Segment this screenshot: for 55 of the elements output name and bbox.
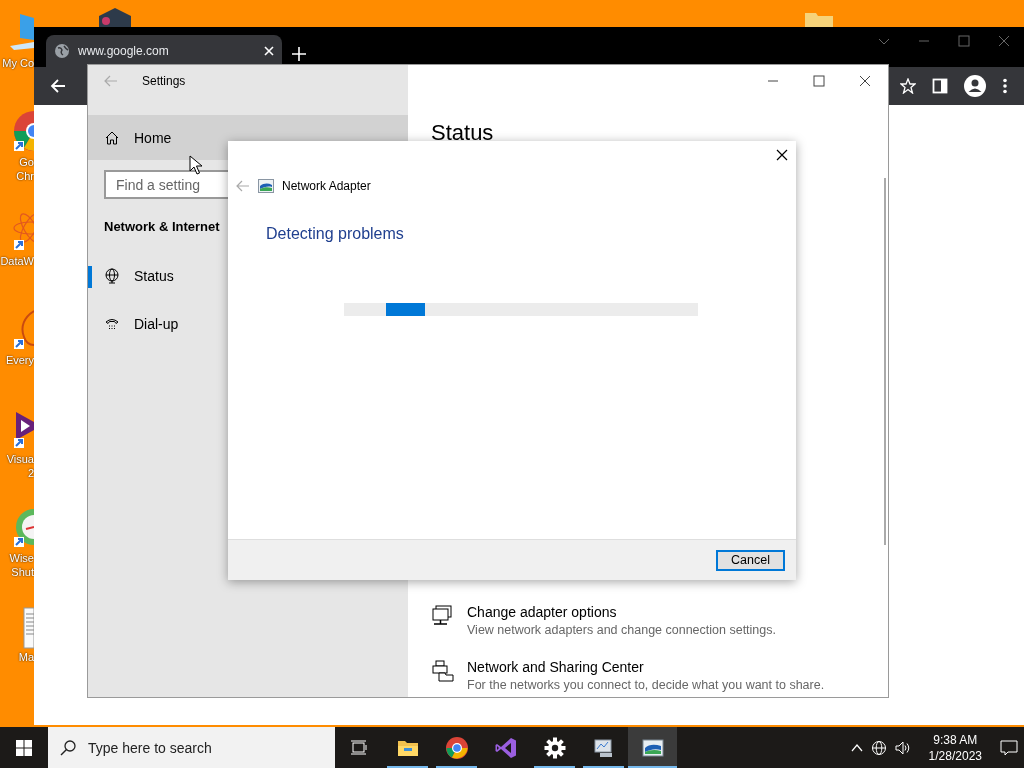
clock-date: 1/28/2023 xyxy=(928,747,982,764)
visual-studio-icon xyxy=(493,735,518,760)
phone-icon xyxy=(104,316,120,332)
nav-item[interactable]: Dial-up xyxy=(88,304,228,344)
desktop-icon-label: My Co xyxy=(2,56,34,70)
star-icon[interactable] xyxy=(900,78,916,94)
search-placeholder: Type here to search xyxy=(88,739,212,756)
taskbar-app-button[interactable] xyxy=(628,727,677,768)
computer-icon xyxy=(431,604,455,628)
window-title: Settings xyxy=(142,74,186,88)
link-description: For the networks you connect to, decide what you want to share. xyxy=(467,678,825,692)
desktop-icon-label: Go xyxy=(19,155,34,169)
new-tab-icon[interactable] xyxy=(292,47,306,61)
search-icon xyxy=(60,739,76,756)
globe-icon[interactable] xyxy=(870,739,887,756)
section-heading: Network & Internet xyxy=(104,219,221,234)
chevron-up-icon[interactable] xyxy=(850,742,863,753)
profile-icon[interactable] xyxy=(964,75,986,97)
status-heading: Detecting problems xyxy=(266,225,405,243)
globe-icon xyxy=(54,43,70,59)
desktop-icon-label: Every xyxy=(5,353,34,367)
cancel-button[interactable]: Cancel xyxy=(716,549,785,571)
globe-icon xyxy=(104,268,120,284)
desktop-icon-label: Visua xyxy=(6,452,34,466)
speaker-icon[interactable] xyxy=(894,739,911,756)
desktop-icon-label: Ma xyxy=(18,650,34,664)
task-view-icon xyxy=(350,739,368,756)
clock[interactable]: 9:38 AM 1/28/2023 xyxy=(918,731,992,764)
desktop-icon-label: Wise xyxy=(9,551,34,565)
browser-tab[interactable]: www.google.com xyxy=(46,35,282,67)
desktop-icon-label: DataW xyxy=(0,254,34,268)
desktop-icon-label: Shut xyxy=(11,565,34,579)
network-adapter-icon xyxy=(258,179,274,193)
link-description: View network adapters and change connection settings. xyxy=(467,623,776,637)
settings-icon xyxy=(542,735,567,760)
close-icon[interactable] xyxy=(859,75,871,87)
link-title[interactable]: Network and Sharing Center xyxy=(467,659,825,675)
page-heading: Status xyxy=(431,121,495,145)
maximize-icon[interactable] xyxy=(813,75,825,87)
clock-time: 9:38 AM xyxy=(933,731,978,748)
link-title[interactable]: Change adapter options xyxy=(467,604,776,620)
close-icon[interactable] xyxy=(776,149,788,161)
windows-icon xyxy=(16,739,32,756)
printer-folder-icon xyxy=(431,659,455,683)
nav-item[interactable]: Status xyxy=(88,256,228,296)
desktop-icon-label: Chr xyxy=(16,169,34,183)
chrome-icon xyxy=(444,735,469,760)
menu-icon[interactable] xyxy=(1002,78,1008,94)
notification-icon[interactable] xyxy=(1000,739,1018,756)
side-panel-icon[interactable] xyxy=(932,78,948,94)
desktop-icon-label: 2 xyxy=(27,466,34,480)
scrollbar[interactable] xyxy=(884,178,886,545)
home-icon xyxy=(104,129,120,146)
cursor-icon xyxy=(189,155,203,175)
taskbar-search-box[interactable]: Type here to search xyxy=(48,727,335,768)
